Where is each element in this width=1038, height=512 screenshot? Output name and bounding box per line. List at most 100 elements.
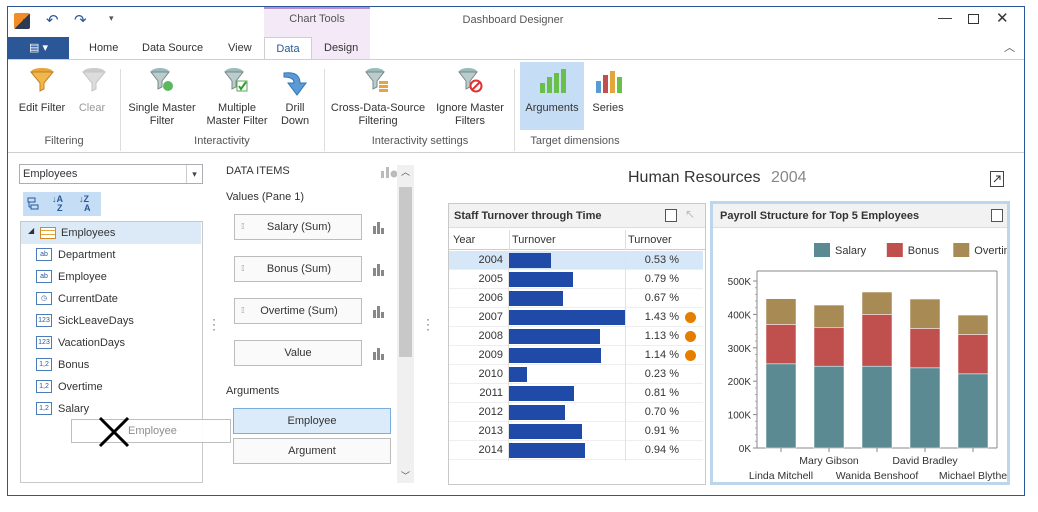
grid-header: Staff Turnover through Time ↖ <box>449 204 705 228</box>
column-header-turnover[interactable]: Turnover <box>625 230 672 250</box>
tab-data[interactable]: Data <box>264 37 312 59</box>
column-header-turnover-bar[interactable]: Turnover <box>509 230 556 250</box>
table-row[interactable]: 2007 1.43 % <box>449 308 703 327</box>
item-options-icon[interactable] <box>372 220 386 234</box>
number-field-icon: 1,2 <box>36 402 52 415</box>
drag-grip-icon[interactable]: ⁞⁞ <box>241 257 245 281</box>
table-row[interactable]: 2008 1.13 % <box>449 327 703 346</box>
value-well-label: Salary (Sum) <box>266 221 332 233</box>
cell-year: 2012 <box>478 406 503 418</box>
clear-button[interactable]: Clear <box>74 102 110 115</box>
datasource-select-value: Employees <box>23 168 78 180</box>
field-currentdate[interactable]: ◷ CurrentDate <box>36 288 118 310</box>
group-by-type-icon[interactable] <box>27 196 43 212</box>
bar-overtime <box>765 298 797 325</box>
datasource-select[interactable]: Employees ▾ <box>19 164 203 184</box>
field-employee[interactable]: ab Employee <box>36 266 107 288</box>
field-department[interactable]: ab Department <box>36 244 115 266</box>
data-items-scrollbar[interactable]: ︿ ﹀ <box>397 165 414 483</box>
grid-export-icon[interactable] <box>665 209 677 222</box>
table-row[interactable]: 2005 0.79 % <box>449 270 703 289</box>
table-row[interactable]: 2004 0.53 % <box>449 251 703 270</box>
drag-grip-icon[interactable]: ⁞⁞ <box>241 215 245 239</box>
field-label: Bonus <box>58 359 90 371</box>
x-tick-label: Linda Mitchell <box>749 470 813 482</box>
values-label: Values (Pane 1) <box>226 191 305 203</box>
field-salary[interactable]: 1,2 Salary <box>36 398 89 420</box>
field-bonus[interactable]: 1,2 Bonus <box>36 354 90 376</box>
tree-root[interactable]: ◢ Employees <box>21 222 201 244</box>
cell-year: 2013 <box>478 425 503 437</box>
tab-data-source[interactable]: Data Source <box>142 37 203 59</box>
qat-customize-icon[interactable]: ▾ <box>109 13 114 24</box>
export-icon[interactable] <box>990 171 1004 187</box>
table-row[interactable]: 2012 0.70 % <box>449 403 703 422</box>
collapse-icon[interactable]: ◢ <box>28 226 34 235</box>
warning-indicator-icon <box>685 350 696 361</box>
number-field-icon: 123 <box>36 336 52 349</box>
scroll-up-icon[interactable]: ︿ <box>401 165 410 178</box>
number-field-icon: 1,2 <box>36 380 52 393</box>
grid-pane: Staff Turnover through Time ↖ Year Turno… <box>448 203 706 485</box>
tab-home[interactable]: Home <box>89 37 118 59</box>
cell-turnover: 0.91 % <box>644 425 679 437</box>
drag-grip-icon[interactable]: ⁞⁞ <box>241 299 245 323</box>
value-placeholder[interactable]: Value <box>234 340 362 366</box>
warning-indicator-icon <box>685 331 696 342</box>
table-row[interactable]: 2011 0.81 % <box>449 384 703 403</box>
turnover-bar <box>508 348 601 363</box>
table-row[interactable]: 2014 0.94 % <box>449 441 703 460</box>
legend-swatch <box>953 243 970 257</box>
grid-clear-selection-icon[interactable]: ↖ <box>685 207 695 221</box>
sort-az-icon[interactable]: ↓A Z <box>52 195 63 213</box>
cell-turnover: 0.67 % <box>644 292 679 304</box>
value-well-1[interactable]: Salary (Sum) ⁞⁞ <box>234 214 362 240</box>
item-options-icon[interactable] <box>372 346 386 360</box>
cell-year: 2014 <box>478 444 503 456</box>
redo-icon[interactable]: ↷ <box>74 11 87 29</box>
tab-view[interactable]: View <box>228 37 252 59</box>
maximize-icon[interactable] <box>968 14 979 24</box>
argument-placeholder[interactable]: Argument <box>233 438 391 464</box>
number-field-icon: 1,2 <box>36 358 52 371</box>
cell-turnover: 1.13 % <box>644 330 679 342</box>
sort-za-icon[interactable]: ↓Z A <box>79 195 91 213</box>
no-drop-cursor-icon <box>97 415 131 449</box>
value-well-3[interactable]: Overtime (Sum) ⁞⁞ <box>234 298 362 324</box>
scroll-down-icon[interactable]: ﹀ <box>401 469 410 482</box>
chevron-down-icon: ▾ <box>186 165 202 183</box>
multiple-master-filter-button[interactable]: Multiple Master Filter <box>204 102 270 128</box>
minimize-icon[interactable]: — <box>938 9 952 25</box>
cell-turnover: 1.14 % <box>644 349 679 361</box>
splitter-handle[interactable]: · · · <box>426 313 430 335</box>
splitter-handle[interactable]: · · · <box>212 313 216 335</box>
table-row[interactable]: 2009 1.14 % <box>449 346 703 365</box>
collapse-ribbon-icon[interactable]: ︿ <box>1004 39 1015 55</box>
dashboard-title: Human Resources 2004 <box>628 169 807 187</box>
edit-filter-icon <box>29 67 55 93</box>
tab-design[interactable]: Design <box>324 37 358 59</box>
field-overtime[interactable]: 1,2 Overtime <box>36 376 103 398</box>
table-row[interactable]: 2010 0.23 % <box>449 365 703 384</box>
item-options-icon[interactable] <box>372 262 386 276</box>
close-icon[interactable]: ✕ <box>996 9 1009 27</box>
field-vacationdays[interactable]: 123 VacationDays <box>36 332 125 354</box>
table-row[interactable]: 2006 0.67 % <box>449 289 703 308</box>
scrollbar-thumb[interactable] <box>399 187 412 357</box>
field-sickleavedays[interactable]: 123 SickLeaveDays <box>36 310 134 332</box>
binding-options-icon[interactable] <box>380 165 398 179</box>
chart-export-icon[interactable] <box>991 209 1003 222</box>
item-options-icon[interactable] <box>372 304 386 318</box>
single-master-filter-button[interactable]: Single Master Filter <box>126 102 198 128</box>
column-header-year[interactable]: Year <box>453 230 475 250</box>
table-row[interactable]: 2013 0.91 % <box>449 422 703 441</box>
value-well-2[interactable]: Bonus (Sum) ⁞⁞ <box>234 256 362 282</box>
undo-icon[interactable]: ↶ <box>46 11 59 29</box>
cell-year: 2011 <box>479 387 503 399</box>
edit-filter-button[interactable]: Edit Filter <box>14 102 70 115</box>
cross-data-source-filtering-button[interactable]: Cross-Data-Source Filtering <box>330 102 426 128</box>
ignore-master-filters-button[interactable]: Ignore Master Filters <box>432 102 508 128</box>
drill-down-button[interactable]: Drill Down <box>276 102 314 128</box>
argument-employee[interactable]: Employee <box>233 408 391 434</box>
series-button[interactable]: Series <box>588 102 628 115</box>
